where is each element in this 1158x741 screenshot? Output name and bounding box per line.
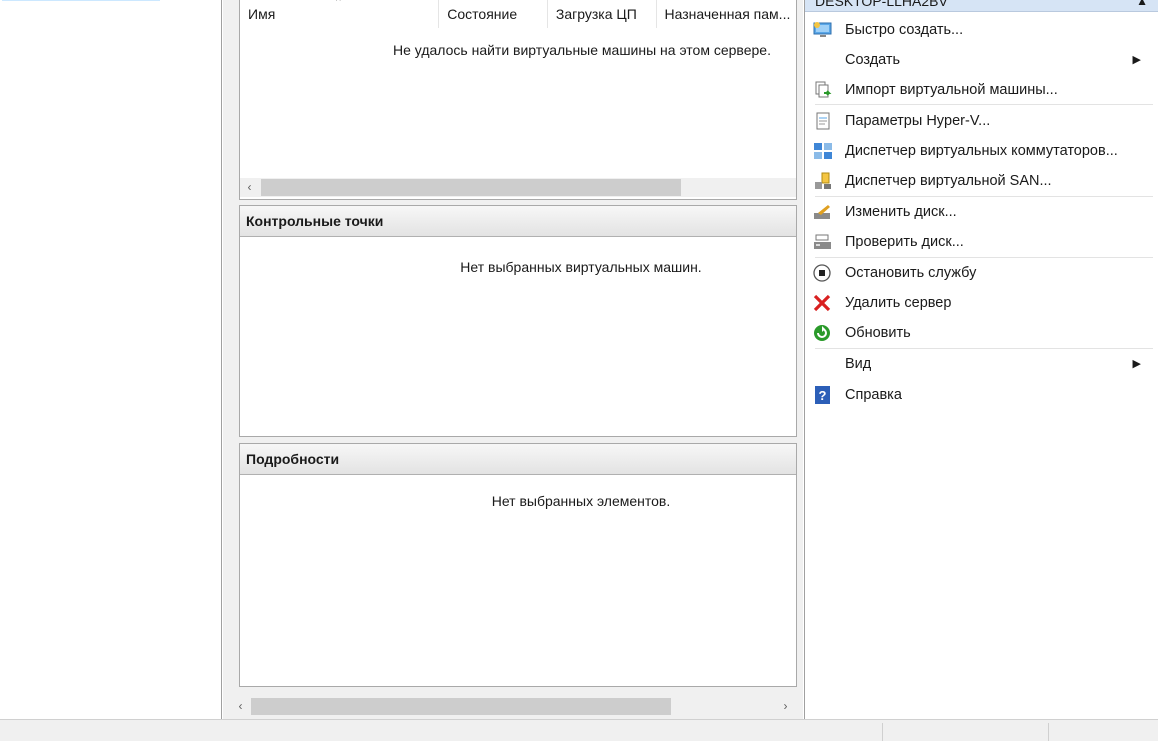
details-title: Подробности <box>240 444 796 475</box>
submenu-arrow-icon: ▶ <box>1132 358 1141 370</box>
tree-selection-highlight <box>2 0 160 1</box>
action-create[interactable]: Создать ▶ <box>805 45 1153 75</box>
scroll-left-icon[interactable]: ‹ <box>231 697 250 716</box>
center-horizontal-scrollbar[interactable]: ‹ › <box>229 697 803 716</box>
column-header-memory[interactable]: Назначенная пам... <box>657 0 797 28</box>
status-divider <box>1048 723 1049 741</box>
action-stop-service[interactable]: Остановить службу <box>805 258 1153 288</box>
virtual-machines-panel: ^ Имя Состояние Загрузка ЦП Назначенная … <box>239 0 797 200</box>
actions-server-name: DESKTOP-LLHA2BV <box>815 0 948 9</box>
scroll-right-icon[interactable]: › <box>776 697 795 716</box>
action-delete-server[interactable]: Удалить сервер <box>805 288 1153 318</box>
center-pane: ^ Имя Состояние Загрузка ЦП Назначенная … <box>229 0 803 719</box>
vm-list-horizontal-scrollbar[interactable]: ‹ <box>240 178 796 197</box>
action-label: Параметры Hyper-V... <box>845 113 991 129</box>
action-label: Остановить службу <box>845 265 977 281</box>
switch-manager-icon <box>813 142 833 160</box>
column-header-state[interactable]: Состояние <box>439 0 548 28</box>
action-label: Вид <box>845 356 872 372</box>
checkpoints-title: Контрольные точки <box>240 206 796 237</box>
svg-text:?: ? <box>819 388 827 403</box>
inspect-disk-icon <box>813 233 833 251</box>
status-bar <box>0 719 1158 741</box>
stop-service-icon <box>813 264 833 282</box>
action-label: Изменить диск... <box>845 204 957 220</box>
details-panel: Подробности Нет выбранных элементов. <box>239 443 797 687</box>
submenu-arrow-icon: ▶ <box>1132 54 1141 66</box>
checkpoints-empty-message: Нет выбранных виртуальных машин. <box>460 259 702 275</box>
vm-list-column-headers: ^ Имя Состояние Загрузка ЦП Назначенная … <box>240 0 796 28</box>
scrollbar-thumb[interactable] <box>261 179 681 196</box>
san-manager-icon <box>813 172 833 190</box>
refresh-icon <box>813 324 833 342</box>
column-name-label: Имя <box>248 6 276 22</box>
action-refresh[interactable]: Обновить <box>805 318 1153 348</box>
settings-doc-icon <box>813 112 833 130</box>
checkpoints-panel: Контрольные точки Нет выбранных виртуаль… <box>239 205 797 437</box>
collapse-icon[interactable]: ▲ <box>1136 0 1148 12</box>
action-san-manager[interactable]: Диспетчер виртуальной SAN... <box>805 166 1153 196</box>
column-header-cpu[interactable]: Загрузка ЦП <box>548 0 657 28</box>
column-header-name[interactable]: ^ Имя <box>240 0 440 28</box>
action-label: Диспетчер виртуальной SAN... <box>845 173 1052 189</box>
action-label: Импорт виртуальной машины... <box>845 82 1058 98</box>
action-hyperv-settings[interactable]: Параметры Hyper-V... <box>805 106 1153 136</box>
delete-icon <box>813 294 833 312</box>
action-help[interactable]: ? Справка <box>805 380 1153 410</box>
actions-pane: DESKTOP-LLHA2BV ▲ Быстро создать... Созд… <box>804 0 1158 719</box>
action-quick-create[interactable]: Быстро создать... <box>805 15 1153 45</box>
action-label: Проверить диск... <box>845 234 964 250</box>
action-label: Создать <box>845 52 901 68</box>
action-label: Справка <box>845 387 902 403</box>
import-vm-icon <box>813 81 833 99</box>
action-label: Быстро создать... <box>845 22 964 38</box>
action-label: Диспетчер виртуальных коммутаторов... <box>845 143 1118 159</box>
action-view[interactable]: Вид ▶ <box>805 349 1153 379</box>
action-label: Обновить <box>845 325 911 341</box>
scroll-left-icon[interactable]: ‹ <box>240 178 259 197</box>
sort-ascending-icon: ^ <box>336 0 341 7</box>
scrollbar-thumb[interactable] <box>251 698 671 715</box>
details-empty-message: Нет выбранных элементов. <box>491 493 671 509</box>
help-icon: ? <box>813 386 833 404</box>
action-import-vm[interactable]: Импорт виртуальной машины... <box>805 75 1153 105</box>
vm-list-empty-message: Не удалось найти виртуальные машины на э… <box>393 42 771 58</box>
edit-disk-icon <box>813 203 833 221</box>
action-label: Удалить сервер <box>845 295 952 311</box>
action-edit-disk[interactable]: Изменить диск... <box>805 197 1153 227</box>
actions-server-header[interactable]: DESKTOP-LLHA2BV ▲ <box>805 0 1158 12</box>
status-divider <box>882 723 883 741</box>
action-inspect-disk[interactable]: Проверить диск... <box>805 227 1153 257</box>
navigation-tree-pane[interactable] <box>0 0 222 719</box>
action-switch-manager[interactable]: Диспетчер виртуальных коммутаторов... <box>805 136 1153 166</box>
quick-create-icon <box>813 21 833 39</box>
